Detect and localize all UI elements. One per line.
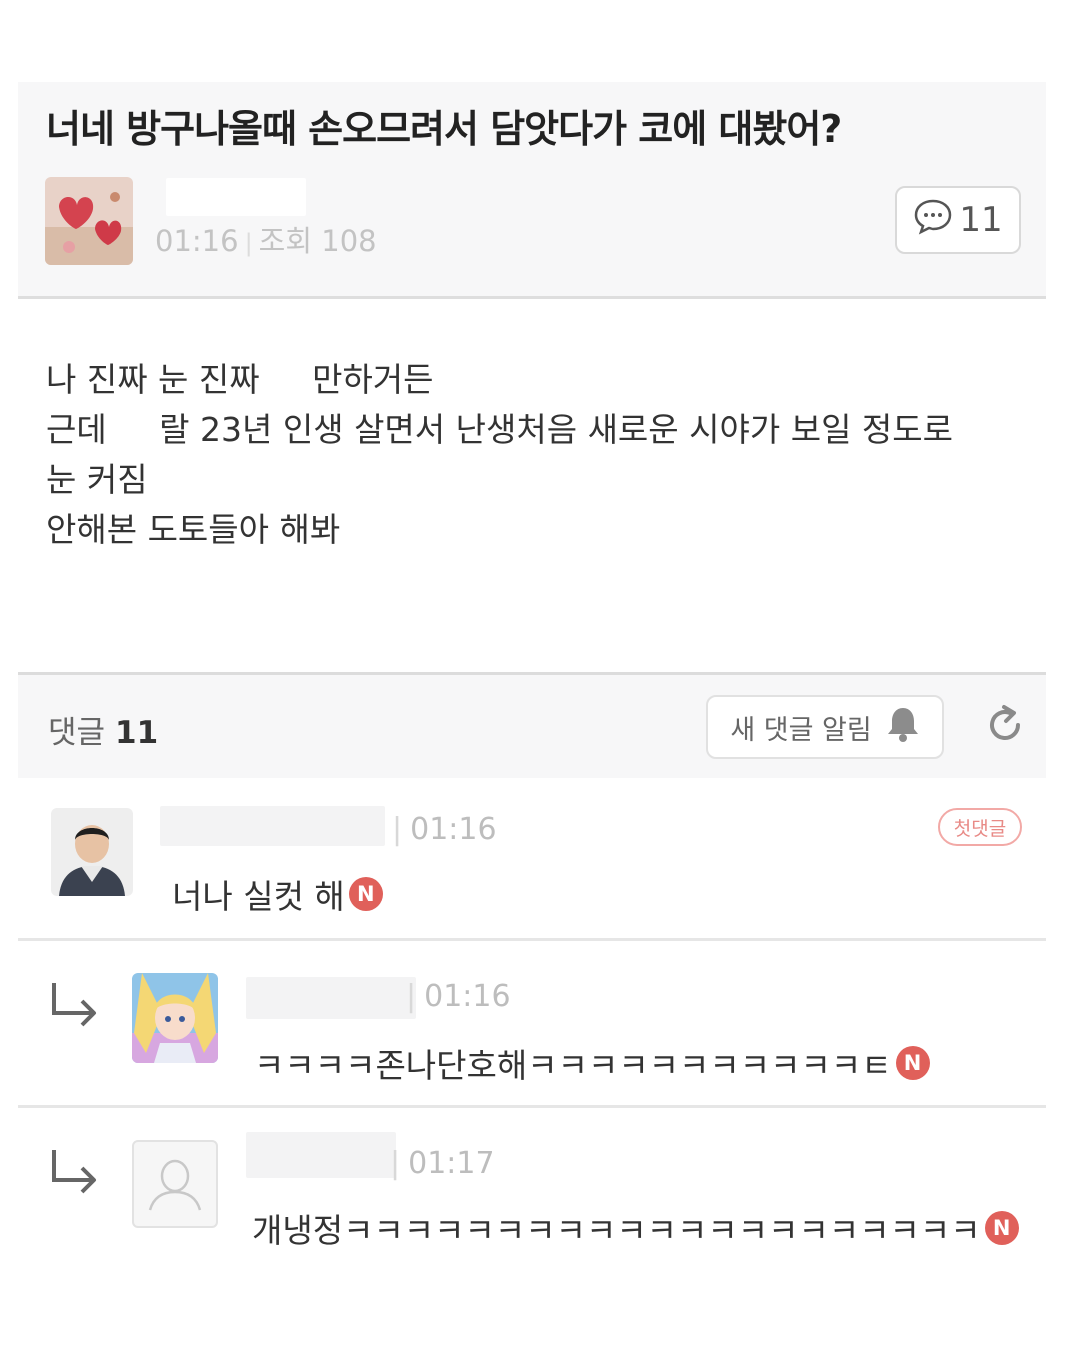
comment-text-content: 개냉정ㅋㅋㅋㅋㅋㅋㅋㅋㅋㅋㅋㅋㅋㅋㅋㅋㅋㅋㅋㅋㅋ	[252, 1211, 981, 1250]
post-header: 너네 방구나올때 손오므려서 담앗다가 코에 대봤어? 01:16 | 조회 108…	[18, 82, 1046, 299]
comment-count: 11	[959, 200, 1003, 240]
post-views: 조회 108	[258, 224, 377, 258]
comment-count-button[interactable]: 11	[895, 186, 1021, 254]
comments-header: 댓글 11 새 댓글 알림	[18, 672, 1046, 781]
time-separator: |	[406, 979, 417, 1014]
comment-text: ㅋㅋㅋㅋ존나단호해ㅋㅋㅋㅋㅋㅋㅋㅋㅋㅋㅋㅌ N	[254, 1039, 930, 1087]
comment-time-text: 01:16	[410, 812, 497, 847]
first-comment-badge: 첫댓글	[938, 808, 1022, 846]
speech-bubble-icon	[913, 197, 953, 244]
comment-time-text: 01:16	[424, 979, 511, 1014]
new-badge: N	[348, 877, 383, 911]
comments-label-text: 댓글	[48, 715, 106, 751]
comments-label: 댓글 11	[48, 707, 158, 752]
comment-time: | 01:16	[406, 979, 511, 1014]
comment-time: | 01:16	[392, 812, 497, 847]
reply-arrow-icon	[48, 1148, 100, 1196]
new-badge: N	[895, 1046, 930, 1080]
body-line: 눈 커짐	[46, 460, 148, 499]
post-body: 나 진짜 눈 진짜 만하거든 근데 랄 23년 인생 살면서 난생처음 새로운 …	[46, 355, 1036, 555]
reply-arrow-icon	[48, 981, 100, 1029]
meta-separator: |	[244, 229, 253, 257]
comment-time-text: 01:17	[408, 1146, 495, 1181]
time-separator: |	[392, 812, 403, 847]
author-name-redacted	[166, 178, 306, 216]
notify-label: 새 댓글 알림	[730, 714, 872, 746]
author-avatar[interactable]	[45, 177, 133, 265]
body-line: 근데 랄 23년 인생 살면서 난생처음 새로운 시야가 보일 정도로	[46, 410, 953, 449]
default-profile-icon[interactable]	[132, 1140, 218, 1228]
reply-item: | 01:16 ㅋㅋㅋㅋ존나단호해ㅋㅋㅋㅋㅋㅋㅋㅋㅋㅋㅋㅌ N	[18, 941, 1046, 1105]
post-title: 너네 방구나올때 손오므려서 담앗다가 코에 대봤어?	[46, 107, 842, 151]
comment-text: 개냉정ㅋㅋㅋㅋㅋㅋㅋㅋㅋㅋㅋㅋㅋㅋㅋㅋㅋㅋㅋㅋㅋ N	[252, 1204, 1019, 1252]
commenter-name-redacted	[246, 1132, 396, 1178]
time-separator: |	[390, 1146, 401, 1181]
commenter-avatar[interactable]	[51, 808, 133, 896]
commenter-avatar[interactable]	[132, 973, 218, 1063]
refresh-icon[interactable]	[982, 702, 1028, 748]
comment-text-content: 너나 실컷 해	[172, 877, 345, 916]
new-comment-notify-button[interactable]: 새 댓글 알림	[706, 695, 944, 759]
post-meta: 01:16 | 조회 108	[155, 218, 377, 260]
comments-count: 11	[115, 715, 159, 751]
new-badge: N	[984, 1211, 1019, 1245]
body-line: 안해본 도토들아 해봐	[46, 510, 341, 549]
comment-time: | 01:17	[390, 1146, 495, 1181]
comment-text: 너나 실컷 해 N	[172, 870, 383, 918]
comment-text-content: ㅋㅋㅋㅋ존나단호해ㅋㅋㅋㅋㅋㅋㅋㅋㅋㅋㅋㅌ	[254, 1046, 892, 1085]
commenter-name-redacted	[160, 806, 385, 846]
comment-item: | 01:16 첫댓글 너나 실컷 해 N	[18, 778, 1046, 938]
commenter-name-redacted	[246, 977, 416, 1019]
bell-icon	[886, 705, 920, 750]
body-line: 나 진짜 눈 진짜 만하거든	[46, 360, 434, 399]
reply-item: | 01:17 개냉정ㅋㅋㅋㅋㅋㅋㅋㅋㅋㅋㅋㅋㅋㅋㅋㅋㅋㅋㅋㅋㅋ N	[18, 1108, 1046, 1263]
post-time: 01:16	[155, 224, 239, 258]
